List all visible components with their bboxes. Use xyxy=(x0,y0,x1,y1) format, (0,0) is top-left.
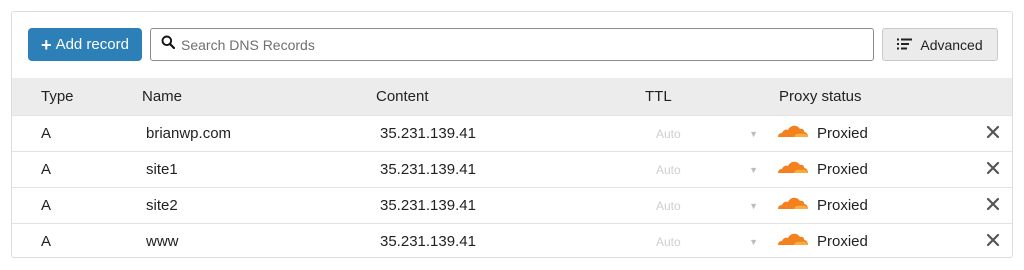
record-type: A xyxy=(41,197,52,214)
record-name[interactable]: site1 xyxy=(146,161,178,178)
proxy-status-toggle[interactable]: Proxied xyxy=(777,123,868,143)
close-icon[interactable] xyxy=(986,125,1000,139)
search-input[interactable] xyxy=(181,36,873,53)
chevron-down-icon: ▼ xyxy=(749,201,758,211)
table-row[interactable]: A brianwp.com 35.231.139.41 Auto ▼ Proxi… xyxy=(12,115,1012,151)
proxy-status-toggle[interactable]: Proxied xyxy=(777,195,868,215)
cloud-icon xyxy=(777,195,809,215)
advanced-button[interactable]: Advanced xyxy=(882,28,998,61)
record-content[interactable]: 35.231.139.41 xyxy=(380,233,476,250)
toolbar: + Add record Search DNS Records Advanced xyxy=(12,12,1012,78)
search-icon xyxy=(161,35,176,54)
record-type: A xyxy=(41,233,52,250)
record-name[interactable]: brianwp.com xyxy=(146,125,231,142)
record-name[interactable]: www xyxy=(146,233,179,250)
record-type: A xyxy=(41,161,52,178)
dns-records-panel: + Add record Search DNS Records Advanced… xyxy=(11,11,1013,258)
cloud-icon xyxy=(777,231,809,251)
close-icon[interactable] xyxy=(986,197,1000,211)
column-header-ttl[interactable]: TTL xyxy=(645,88,672,105)
proxy-status-label: Proxied xyxy=(817,232,868,250)
column-header-type[interactable]: Type xyxy=(41,88,74,105)
add-record-label: Add record xyxy=(55,36,129,53)
plus-icon: + xyxy=(41,34,52,55)
ttl-select[interactable]: Auto ▼ xyxy=(656,123,758,145)
record-name[interactable]: site2 xyxy=(146,197,178,214)
proxy-status-label: Proxied xyxy=(817,160,868,178)
column-header-name[interactable]: Name xyxy=(142,88,182,105)
cloud-icon xyxy=(777,123,809,143)
ttl-value: Auto xyxy=(656,235,681,249)
table-header: Type Name Content TTL Proxy status xyxy=(12,78,1012,115)
ttl-select[interactable]: Auto ▼ xyxy=(656,231,758,253)
ttl-value: Auto xyxy=(656,199,681,213)
record-content[interactable]: 35.231.139.41 xyxy=(380,197,476,214)
proxy-status-label: Proxied xyxy=(817,124,868,142)
column-header-content[interactable]: Content xyxy=(376,88,429,105)
record-content[interactable]: 35.231.139.41 xyxy=(380,125,476,142)
advanced-label: Advanced xyxy=(920,36,983,53)
cloud-icon xyxy=(777,159,809,179)
chevron-down-icon: ▼ xyxy=(749,165,758,175)
ttl-select[interactable]: Auto ▼ xyxy=(656,195,758,217)
record-content[interactable]: 35.231.139.41 xyxy=(380,161,476,178)
table-row[interactable]: A www 35.231.139.41 Auto ▼ Proxied xyxy=(12,223,1012,259)
list-icon xyxy=(897,37,913,53)
add-record-button[interactable]: + Add record xyxy=(28,28,142,61)
search-field[interactable] xyxy=(150,28,874,61)
ttl-value: Auto xyxy=(656,127,681,141)
close-icon[interactable] xyxy=(986,233,1000,247)
chevron-down-icon: ▼ xyxy=(749,237,758,247)
proxy-status-toggle[interactable]: Proxied xyxy=(777,231,868,251)
ttl-value: Auto xyxy=(656,163,681,177)
proxy-status-label: Proxied xyxy=(817,196,868,214)
chevron-down-icon: ▼ xyxy=(749,129,758,139)
table-row[interactable]: A site1 35.231.139.41 Auto ▼ Proxied xyxy=(12,151,1012,187)
record-type: A xyxy=(41,125,52,142)
proxy-status-toggle[interactable]: Proxied xyxy=(777,159,868,179)
ttl-select[interactable]: Auto ▼ xyxy=(656,159,758,181)
table-row[interactable]: A site2 35.231.139.41 Auto ▼ Proxied xyxy=(12,187,1012,223)
close-icon[interactable] xyxy=(986,161,1000,175)
column-header-proxy-status[interactable]: Proxy status xyxy=(779,88,862,105)
